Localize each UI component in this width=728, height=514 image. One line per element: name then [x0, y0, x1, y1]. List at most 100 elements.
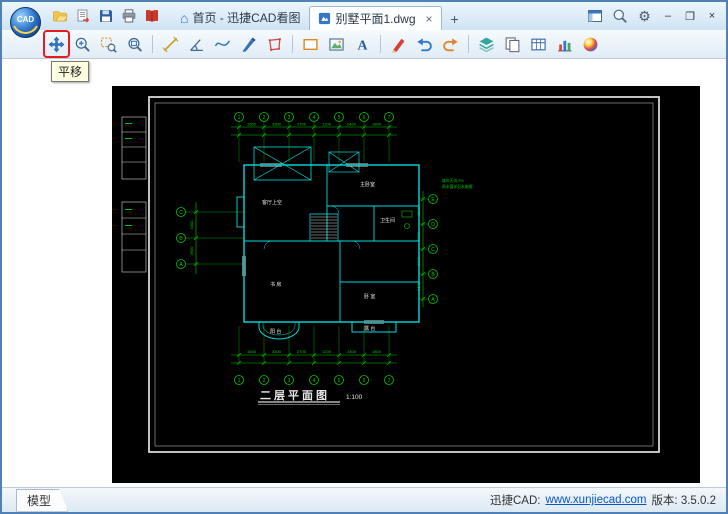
tool-rect-markup[interactable]: [299, 32, 322, 56]
zoom-in-icon: [74, 36, 91, 53]
print-button[interactable]: [117, 4, 140, 28]
new-tab-button[interactable]: +: [446, 10, 464, 28]
version-label: 版本: 3.5.0.2: [651, 492, 716, 508]
tool-pencil-markup[interactable]: [387, 32, 410, 56]
drawing-viewport[interactable]: 1 2 3 4 5 6 7 1500 3300 2700 1200 2400 1…: [112, 86, 700, 483]
svg-text:1: 1: [238, 115, 241, 121]
table-icon: [530, 36, 547, 53]
text-icon: A: [354, 36, 371, 53]
svg-text:卧 室: 卧 室: [364, 293, 375, 300]
toolbar-separator: [292, 35, 293, 53]
tool-copy[interactable]: [501, 32, 524, 56]
app-logo[interactable]: CAD: [9, 6, 42, 39]
tool-zoom-window[interactable]: [97, 32, 120, 56]
tab-home-label: 首页 - 迅捷CAD看图: [192, 9, 300, 26]
tool-statistics[interactable]: [553, 32, 576, 56]
brand-label: 迅捷CAD:: [490, 492, 540, 508]
floor-plan: [237, 164, 419, 339]
dims-bottom: 1500 3300 2700 1200 2400 1800: [247, 349, 382, 354]
svg-text:5: 5: [338, 378, 341, 384]
svg-text:5: 5: [338, 115, 341, 121]
svg-text:CAD: CAD: [17, 15, 35, 24]
svg-text:阳 台: 阳 台: [270, 328, 281, 335]
zoom-extents-icon: [126, 36, 143, 53]
svg-text:客厅上空: 客厅上空: [262, 199, 282, 206]
export-doc-button[interactable]: [71, 4, 94, 28]
title-block-strips: [122, 117, 146, 272]
panel-toggle-button[interactable]: [583, 4, 606, 28]
tool-color-settings[interactable]: [579, 32, 602, 56]
tool-export[interactable]: [475, 32, 498, 56]
svg-text:A: A: [358, 37, 368, 52]
svg-text:1200: 1200: [322, 349, 332, 354]
svg-text:7: 7: [388, 115, 391, 121]
svg-text:6: 6: [363, 115, 366, 121]
tool-zoom-extents[interactable]: [123, 32, 146, 56]
svg-text:4: 4: [313, 115, 316, 121]
tool-measure-pen[interactable]: [237, 32, 260, 56]
tool-measure-length[interactable]: [159, 32, 182, 56]
copy-icon: [504, 36, 521, 53]
svg-text:2700: 2700: [297, 349, 307, 354]
svg-text:坡向天沟 2%: 坡向天沟 2%: [442, 178, 464, 183]
tool-measure-arc[interactable]: [211, 32, 234, 56]
maximize-button[interactable]: ❐: [680, 7, 700, 25]
tool-measure-angle[interactable]: [185, 32, 208, 56]
drawing-library-button[interactable]: [140, 4, 163, 28]
svg-text:露 台: 露 台: [364, 325, 375, 332]
svg-text:A: A: [431, 297, 435, 303]
pan-icon: [48, 36, 65, 53]
drawing-scale: 1:100: [346, 394, 363, 401]
svg-text:主卧室: 主卧室: [360, 181, 375, 188]
tool-measure-area[interactable]: [263, 32, 286, 56]
svg-text:7: 7: [388, 378, 391, 384]
measure-arc-icon: [214, 36, 231, 53]
statusbar: 模型 迅捷CAD: www.xunjiecad.com 版本: 3.5.0.2: [2, 487, 726, 512]
export-doc-icon: [75, 8, 91, 24]
open-file-icon: [52, 8, 68, 24]
tool-redo[interactable]: [439, 32, 462, 56]
svg-text:3300: 3300: [189, 220, 194, 230]
drawing-notes: 坡向天沟 2% 雨水管详见水施图: [442, 178, 473, 189]
measure-length-icon: [162, 36, 179, 53]
pan-tooltip: 平移: [51, 61, 89, 82]
svg-text:3300: 3300: [272, 122, 282, 127]
open-file-button[interactable]: [48, 4, 71, 28]
toolbar-separator: [152, 35, 153, 53]
find-button[interactable]: [608, 4, 631, 28]
search-icon: [612, 8, 628, 24]
settings-button[interactable]: ⚙: [633, 4, 656, 28]
layers-icon: [478, 36, 495, 53]
redo-icon: [442, 36, 459, 53]
tab-document-label: 别墅平面1.dwg: [335, 10, 415, 27]
model-tab[interactable]: 模型: [16, 489, 68, 512]
tool-undo[interactable]: [413, 32, 436, 56]
tool-pan[interactable]: [45, 32, 68, 56]
tab-home[interactable]: ⌂ 首页 - 迅捷CAD看图: [171, 5, 309, 30]
tool-text-markup[interactable]: A: [351, 32, 374, 56]
toolbar: A: [2, 30, 726, 59]
close-button[interactable]: ×: [702, 7, 722, 25]
tool-zoom-in[interactable]: [71, 32, 94, 56]
tool-image-markup[interactable]: [325, 32, 348, 56]
tab-close-icon[interactable]: ×: [426, 13, 433, 25]
drawing-library-icon: [144, 8, 160, 24]
svg-text:2: 2: [263, 115, 266, 121]
status-info: 迅捷CAD: www.xunjiecad.com 版本: 3.5.0.2: [490, 492, 726, 508]
svg-text:2: 2: [263, 378, 266, 384]
svg-text:1800: 1800: [372, 349, 382, 354]
svg-text:书 房: 书 房: [270, 281, 281, 288]
website-link[interactable]: www.xunjiecad.com: [545, 494, 646, 506]
pen-icon: [240, 36, 257, 53]
minimize-button[interactable]: –: [658, 7, 678, 25]
tab-document[interactable]: 别墅平面1.dwg ×: [309, 6, 441, 30]
home-icon: ⌂: [180, 11, 188, 25]
svg-text:B: B: [179, 236, 183, 242]
save-button[interactable]: [94, 4, 117, 28]
tool-layout[interactable]: [527, 32, 550, 56]
svg-text:二层平面图: 二层平面图: [260, 389, 330, 402]
svg-text:C: C: [179, 210, 183, 216]
titlebar: CAD ⌂ 首页 - 迅捷CAD看图 别墅平面1.dwg ×: [2, 2, 726, 30]
svg-text:1200: 1200: [322, 122, 332, 127]
toolbar-separator: [380, 35, 381, 53]
